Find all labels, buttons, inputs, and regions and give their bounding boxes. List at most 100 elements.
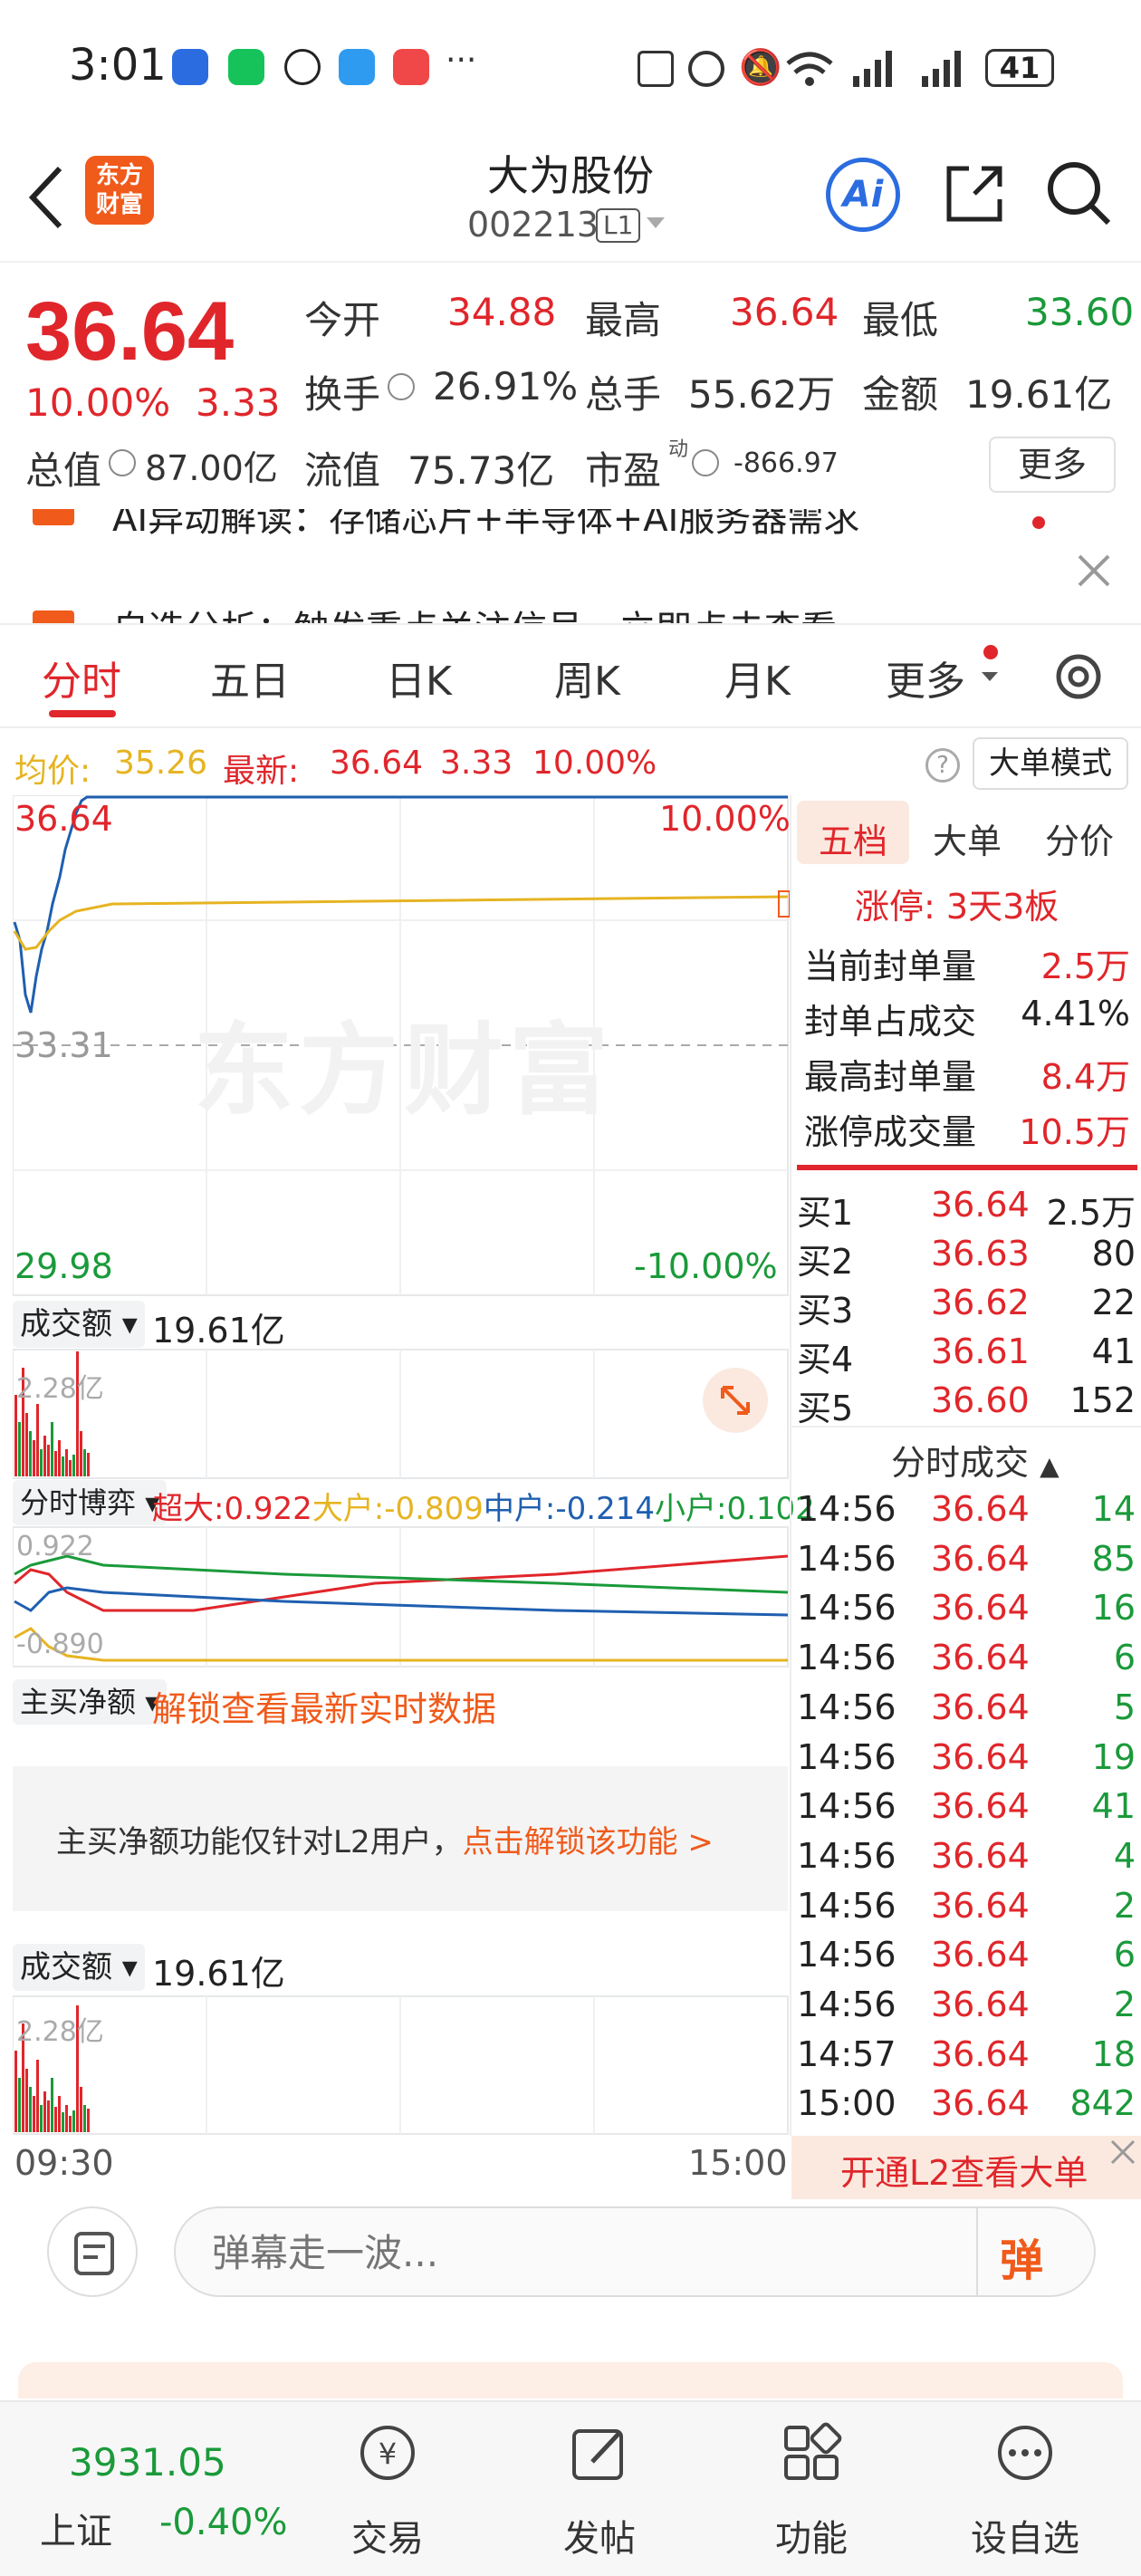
nav-post[interactable]: 发帖: [509, 2402, 690, 2576]
divider: [976, 2208, 978, 2295]
float-value: 75.73亿: [408, 448, 555, 493]
volume-selector[interactable]: 成交额 ▾: [13, 1301, 145, 1348]
tab-monthly-k[interactable]: 月K: [724, 649, 791, 706]
more-button[interactable]: 更多: [989, 437, 1116, 493]
message-icon: [339, 49, 375, 85]
volume-bar: [14, 2051, 17, 2132]
news-item[interactable]: 自选分析：触发重点关注信号，立即点击查看: [112, 600, 837, 623]
level-badge[interactable]: L1: [596, 208, 641, 243]
limit-stat-value: 10.5万: [1019, 1112, 1130, 1152]
volume-bar: [69, 1460, 72, 1476]
search-icon[interactable]: [1045, 159, 1114, 228]
promo-banner[interactable]: [18, 2362, 1123, 2398]
mktcap-label: 总值: [25, 448, 102, 493]
big-order-mode-button[interactable]: 大单模式: [973, 737, 1128, 790]
tick-volume: 2: [1113, 1885, 1136, 1926]
volume-bar: [25, 1413, 28, 1476]
status-bar: 3:01 ··· 🔕 41: [0, 0, 1141, 136]
volume-bar: [25, 2069, 28, 2132]
tab-big-order[interactable]: 大单: [933, 813, 1002, 863]
open-value: 34.88: [447, 290, 557, 334]
net-buy-notice-text: 主买净额功能仅针对L2用户，点击解锁该功能 >: [56, 1817, 714, 1861]
latest-label: 最新:: [223, 753, 300, 790]
tick-price: 36.64: [931, 1638, 1030, 1678]
volume-bar: [62, 1456, 64, 1476]
tick-volume: 842: [1069, 2083, 1136, 2124]
tick-price: 36.64: [931, 1786, 1030, 1827]
tab-price-dist[interactable]: 分价: [1045, 813, 1114, 863]
volume-selector-2[interactable]: 成交额 ▾: [13, 1944, 145, 1991]
tick-time: 14:56: [797, 1538, 896, 1579]
tick-volume: 4: [1113, 1835, 1136, 1876]
app-header: 东方 财富 大为股份 002213 L1 Ai: [0, 136, 1141, 263]
game-selector[interactable]: 分时博弈 ▾: [13, 1480, 168, 1525]
danmu-settings-button[interactable]: [47, 2206, 138, 2297]
tick-volume: 14: [1091, 1489, 1136, 1529]
tab-daily-k[interactable]: 日K: [386, 649, 452, 706]
ai-button[interactable]: Ai: [826, 158, 900, 232]
nav-functions-label: 功能: [775, 2518, 848, 2560]
l2-banner[interactable]: 开通L2查看大单: [791, 2136, 1141, 2199]
nav-add-watchlist[interactable]: 设自选: [935, 2402, 1116, 2576]
bid-price: 36.60: [931, 1380, 1030, 1420]
tick-time: 14:56: [797, 1736, 896, 1777]
small-label: 小户:: [654, 1491, 727, 1527]
danmu-send-button[interactable]: 弹: [1000, 2225, 1043, 2288]
nav-functions[interactable]: 功能: [721, 2402, 902, 2576]
bid-label: 买4: [797, 1340, 854, 1379]
net-buy-selector[interactable]: 主买净额 ▾: [13, 1679, 168, 1725]
tab-weekly-k[interactable]: 周K: [554, 649, 620, 706]
help-icon[interactable]: ?: [925, 748, 960, 783]
close-icon[interactable]: [1076, 553, 1112, 589]
app-notification-icon: [172, 49, 208, 85]
volume-bar: [33, 1440, 35, 1476]
caret-down-icon[interactable]: [980, 670, 1000, 683]
share-icon[interactable]: [942, 161, 1007, 226]
limit-stat-value: 8.4万: [1040, 1057, 1130, 1097]
info-icon[interactable]: [388, 373, 415, 400]
index-change: -0.40%: [159, 2502, 288, 2543]
expand-icon[interactable]: [703, 1368, 768, 1433]
wechat-icon: [228, 49, 264, 85]
intraday-chart[interactable]: 东方财富 36.64 10.00% 33.31 29.98 -10.00% 成交…: [13, 795, 815, 2136]
latest-change: 3.33: [440, 745, 513, 782]
index-ticker[interactable]: 3931.05 上证 -0.40%: [0, 2402, 288, 2576]
more-icon: [998, 2426, 1052, 2480]
tick-volume: 16: [1091, 1588, 1136, 1629]
volume-bar: [40, 1449, 43, 1476]
danmu-input[interactable]: [212, 2225, 936, 2281]
edit-icon: [572, 2429, 623, 2480]
volume2-label: 成交额: [20, 1949, 112, 1985]
index-name: 上证: [40, 2511, 112, 2552]
unlock-link[interactable]: 点击解锁该功能 >: [463, 1824, 714, 1860]
news-item[interactable]: AI异动解读：存储芯片+半导体+AI服务器需求: [112, 509, 859, 542]
volume-bar: [43, 1436, 46, 1476]
tab-intraday[interactable]: 分时: [42, 649, 121, 706]
volume-bar: [18, 1422, 21, 1476]
close-icon[interactable]: [1107, 2136, 1139, 2168]
float-label: 流值: [304, 448, 381, 493]
bid-label: 买2: [797, 1242, 854, 1282]
volume-bar: [29, 2087, 32, 2132]
caret-down-icon[interactable]: [645, 216, 666, 230]
net-buy-unlock[interactable]: 解锁查看最新实时数据: [152, 1681, 496, 1731]
chart-tabs: 分时 五日 日K 周K 月K 更多: [0, 627, 1141, 728]
quote-panel: 36.64 10.00% 3.33 今开 34.88 最高 36.64 最低 3…: [0, 264, 1141, 509]
mid-label: 中户:: [483, 1491, 556, 1527]
tab-five-day[interactable]: 五日: [210, 649, 290, 706]
volume-bar: [43, 2091, 46, 2132]
ticks-header[interactable]: 分时成交 ▲: [891, 1435, 1060, 1485]
volume2-value: 19.61亿: [152, 1954, 285, 1994]
gear-icon[interactable]: [1049, 647, 1108, 706]
tab-more[interactable]: 更多: [886, 649, 965, 706]
volume-value: 55.62万: [688, 372, 836, 417]
svg-text:¥: ¥: [379, 2437, 397, 2471]
tab-five-level[interactable]: 五档: [819, 813, 887, 863]
avg-label: 均价:: [14, 753, 91, 790]
nav-trade[interactable]: ¥ 交易: [297, 2402, 478, 2576]
limit-up-value: 3天3板: [945, 887, 1060, 927]
info-icon[interactable]: [109, 449, 136, 476]
info-icon[interactable]: [692, 449, 719, 476]
tick-volume: 2: [1113, 1985, 1136, 2024]
volume-value: 19.61亿: [152, 1311, 285, 1350]
